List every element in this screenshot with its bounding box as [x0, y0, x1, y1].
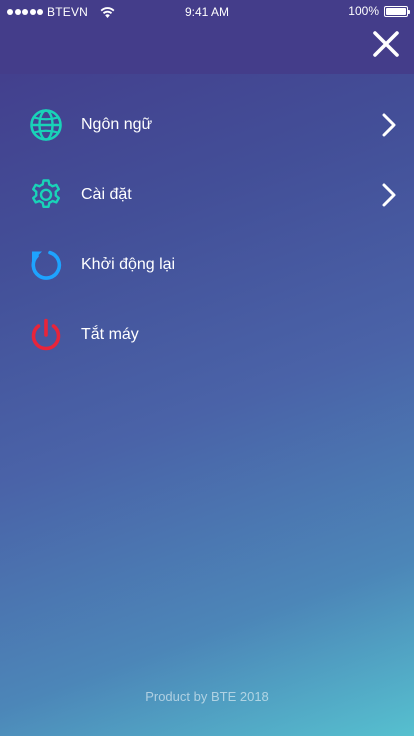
menu-item-label: Ngôn ngữ	[81, 116, 153, 133]
menu-list: Ngôn ngữ Cài đặt Khởi động lại Tắt máy	[0, 90, 414, 370]
menu-item-label: Cài đặt	[81, 186, 132, 203]
gear-icon	[29, 178, 63, 212]
status-bar: BTEVN 9:41 AM 100%	[0, 0, 414, 22]
close-icon	[373, 31, 399, 57]
power-icon	[29, 318, 63, 352]
battery-cap	[408, 9, 410, 14]
menu-item-label: Tắt máy	[81, 326, 139, 343]
restart-icon	[29, 248, 63, 282]
menu-screen: BTEVN 9:41 AM 100% Ngôn ngữ Cài đặt Khởi…	[0, 0, 414, 736]
menu-item-settings[interactable]: Cài đặt	[0, 160, 414, 230]
menu-item-shutdown[interactable]: Tắt máy	[0, 300, 414, 370]
menu-item-label: Khởi động lại	[81, 256, 176, 273]
status-right: 100%	[348, 4, 410, 18]
close-button[interactable]	[372, 30, 400, 58]
chevron-right-icon	[380, 112, 398, 138]
menu-item-restart[interactable]: Khởi động lại	[0, 230, 414, 300]
menu-item-language[interactable]: Ngôn ngữ	[0, 90, 414, 160]
footer-credit: Product by BTE 2018	[145, 689, 269, 704]
battery-fill	[386, 7, 406, 15]
globe-icon	[29, 108, 63, 142]
battery-icon	[384, 5, 410, 17]
chevron-right-icon	[380, 182, 398, 208]
battery-percentage: 100%	[348, 4, 379, 18]
